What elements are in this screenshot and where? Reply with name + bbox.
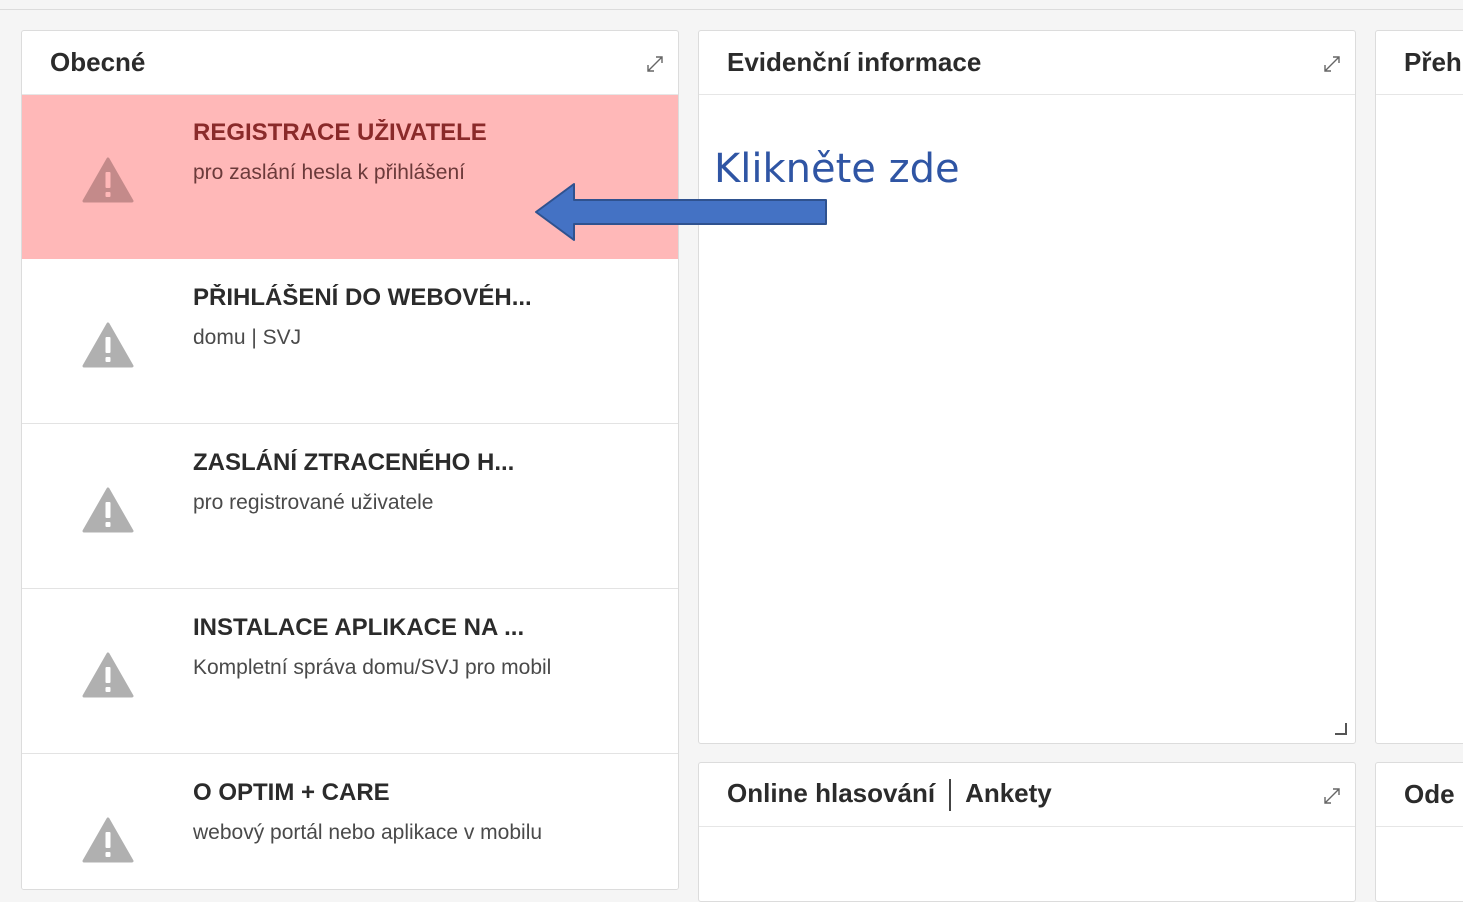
list-item-about[interactable]: O OPTIM + CARE webový portál nebo aplika… (22, 755, 678, 889)
list-item-lost-password[interactable]: ZASLÁNÍ ZTRACENÉHO H... pro registrované… (22, 425, 678, 589)
records-panel-title: Evidenční informace (727, 47, 982, 77)
top-divider (0, 9, 1463, 10)
list-item-title: O OPTIM + CARE (193, 779, 390, 806)
other-panel: Ode (1375, 762, 1463, 902)
arrow-left-icon (535, 183, 827, 241)
list-item-web-login[interactable]: PŘIHLÁŠENÍ DO WEBOVÉH... domu | SVJ (22, 260, 678, 424)
overview-panel: Přeh (1375, 30, 1463, 744)
records-panel-header: Evidenční informace (699, 31, 1355, 95)
list-item-subtitle: domu | SVJ (193, 326, 302, 349)
warning-icon (82, 157, 134, 203)
list-item-title: ZASLÁNÍ ZTRACENÉHO H... (193, 449, 515, 476)
title-separator (949, 779, 952, 812)
other-panel-title: Ode (1404, 779, 1455, 809)
general-panel: Obecné REGISTRACE UŽIVATELE pro zaslání … (21, 30, 679, 890)
expand-icon[interactable] (644, 53, 666, 75)
other-panel-header: Ode (1376, 763, 1463, 827)
general-panel-title: Obecné (50, 47, 146, 77)
warning-icon (82, 652, 134, 698)
list-item-title: PŘIHLÁŠENÍ DO WEBOVÉH... (193, 284, 532, 311)
voting-tab-online[interactable]: Online hlasování (727, 778, 935, 808)
voting-tab-polls[interactable]: Ankety (965, 778, 1052, 808)
list-item-app-install[interactable]: INSTALACE APLIKACE NA ... Kompletní sprá… (22, 590, 678, 754)
expand-icon[interactable] (1321, 53, 1343, 75)
overview-panel-title: Přeh (1404, 47, 1462, 77)
warning-icon (82, 817, 134, 863)
expand-icon[interactable] (1321, 785, 1343, 807)
list-item-title: REGISTRACE UŽIVATELE (193, 119, 487, 146)
overview-panel-header: Přeh (1376, 31, 1463, 95)
list-item-title: INSTALACE APLIKACE NA ... (193, 614, 525, 641)
list-item-subtitle: webový portál nebo aplikace v mobilu (193, 821, 543, 844)
warning-icon (82, 487, 134, 533)
voting-panel-header: Online hlasování Ankety (699, 763, 1355, 827)
records-panel: Evidenční informace (698, 30, 1356, 744)
resize-handle[interactable] (1335, 723, 1347, 735)
list-item-subtitle: Kompletní správa domu/SVJ pro mobil (193, 656, 552, 679)
general-panel-header: Obecné (22, 31, 678, 95)
warning-icon (82, 322, 134, 368)
list-item-subtitle: pro registrované uživatele (193, 491, 434, 514)
voting-panel-title: Online hlasování Ankety (699, 778, 1052, 812)
voting-panel: Online hlasování Ankety (698, 762, 1356, 902)
